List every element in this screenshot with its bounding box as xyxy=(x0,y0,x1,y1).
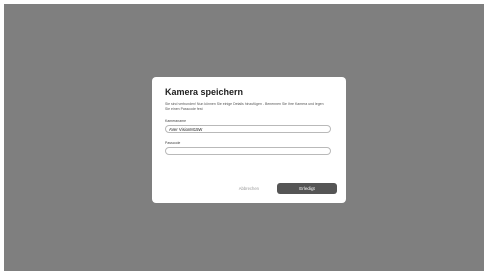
cancel-button[interactable]: Abbrechen xyxy=(239,186,259,191)
dialog-actions: Abbrechen Erledigt xyxy=(239,183,337,194)
dialog-title: Kamera speichern xyxy=(165,87,244,97)
camera-name-label: Kameraname xyxy=(165,119,187,124)
camera-name-input[interactable]: AVer VisionM15W xyxy=(165,125,331,134)
done-button[interactable]: Erledigt xyxy=(277,183,337,194)
background-overlay: Kamera speichern Sie sind verbunden! Nun… xyxy=(4,4,484,271)
save-camera-dialog: Kamera speichern Sie sind verbunden! Nun… xyxy=(152,77,346,203)
dialog-description: Sie sind verbunden! Nun können Sie einig… xyxy=(165,102,324,111)
passcode-label: Passcode xyxy=(165,141,181,146)
passcode-input[interactable] xyxy=(165,147,331,156)
